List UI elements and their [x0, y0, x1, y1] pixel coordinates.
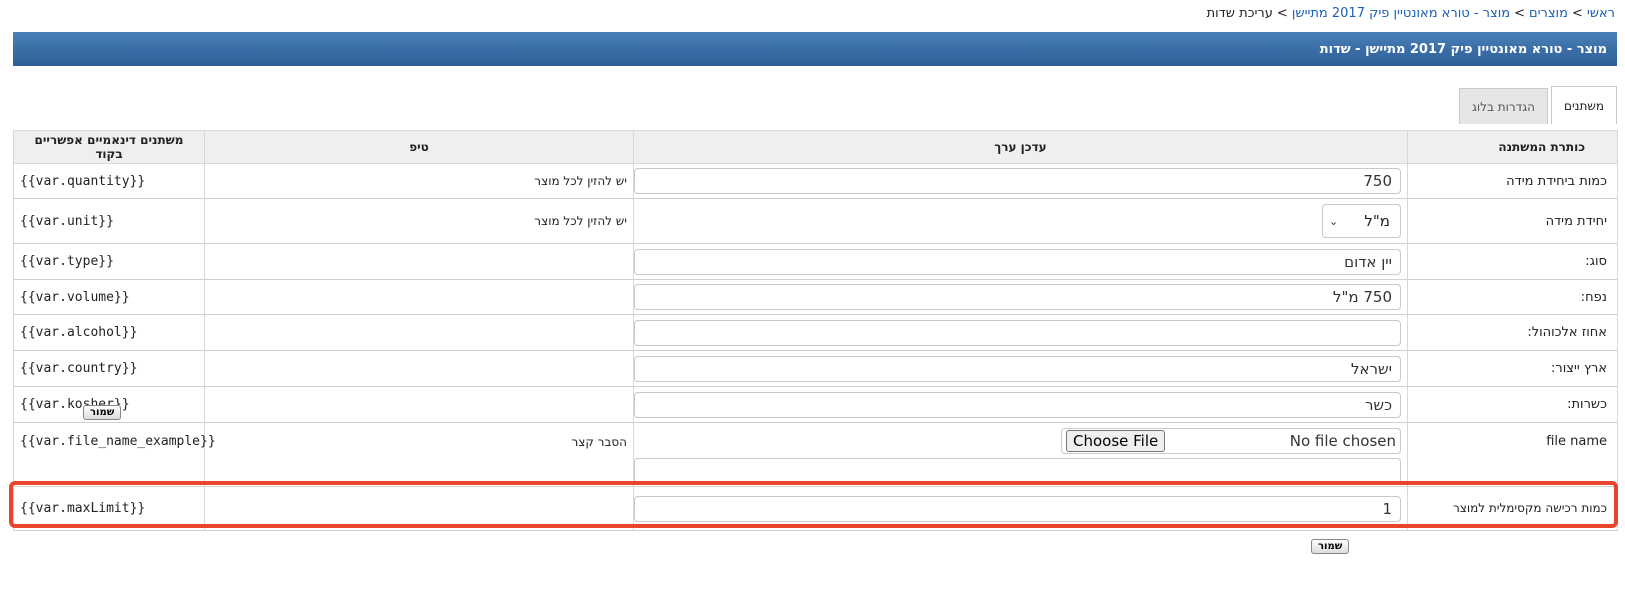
code-variable: {{var.country}}	[13, 350, 205, 387]
table-row: יחידת מידה מ"ל ⌄ יש להזין לכל מוצר {{var…	[13, 198, 1618, 244]
unit-select-value: מ"ל	[1364, 212, 1390, 230]
variable-name: כמות ביחידת מידה	[1407, 163, 1618, 199]
file-name-input[interactable]	[634, 457, 1401, 484]
table-row: כמות ביחידת מידה יש להזין לכל מוצר {{var…	[13, 163, 1618, 199]
code-variable: {{var.volume}}	[13, 279, 205, 315]
breadcrumb-products-link[interactable]: מוצרים	[1529, 6, 1568, 21]
table-row: סוג: {{var.type}}	[13, 243, 1618, 280]
page-title-bar: מוצר - טורא מאונטיין פיק 2017 מתיישן - ש…	[13, 32, 1617, 66]
quantity-input[interactable]	[634, 168, 1401, 194]
type-input[interactable]	[634, 248, 1401, 275]
variable-name: יחידת מידה	[1407, 198, 1618, 244]
editor-cell	[633, 279, 1408, 315]
alcohol-input[interactable]	[634, 319, 1401, 346]
table-row: אחוז אלכוהול: {{var.alcohol}}	[13, 314, 1618, 351]
tip-text	[204, 350, 634, 387]
max-limit-input[interactable]	[634, 495, 1401, 522]
tip-text	[204, 279, 634, 315]
breadcrumb-separator: >	[1571, 6, 1583, 21]
file-status-text: No file chosen	[1289, 431, 1396, 450]
code-variable: {{var.alcohol}}	[13, 314, 205, 351]
chevron-down-icon: ⌄	[1329, 214, 1339, 228]
tip-text: יש להזין לכל מוצר	[204, 198, 634, 244]
table-header-row: כותרת המשתנה עדכן ערך טיפ משתנים דינאמיי…	[13, 130, 1618, 164]
column-header-tip: טיפ	[204, 130, 634, 164]
variable-name: file name	[1407, 422, 1618, 487]
code-variable: {{var.kosher}} שמור	[13, 386, 205, 423]
breadcrumb-current: עריכת שדות	[1206, 6, 1273, 21]
editor-cell: Choose File No file chosen	[633, 422, 1408, 487]
editor-cell	[633, 486, 1408, 531]
code-variable: {{var.type}}	[13, 243, 205, 280]
variables-table: כותרת המשתנה עדכן ערך טיפ משתנים דינאמיי…	[13, 130, 1618, 531]
kosher-input[interactable]	[634, 391, 1401, 418]
tab-variables[interactable]: משתנים	[1551, 86, 1617, 124]
code-variable: {{var.unit}}	[13, 198, 205, 244]
variable-name: ארץ ייצור:	[1407, 350, 1618, 387]
table-row: נפח: {{var.volume}}	[13, 279, 1618, 315]
code-variable: {{var.quantity}}	[13, 163, 205, 199]
tip-text: הסבר קצר	[204, 422, 634, 487]
tab-blog-settings[interactable]: הגדרות בלוג	[1458, 88, 1548, 124]
file-input[interactable]: Choose File No file chosen	[1061, 427, 1401, 454]
volume-input[interactable]	[634, 284, 1401, 310]
editor-cell	[633, 163, 1408, 199]
code-variable: {{var.maxLimit}}	[13, 486, 205, 531]
editor-cell	[633, 243, 1408, 280]
breadcrumb-home-link[interactable]: ראשי	[1587, 6, 1615, 21]
variable-name: נפח:	[1407, 279, 1618, 315]
table-row: כשרות: {{var.kosher}} שמור	[13, 386, 1618, 423]
column-header-editor: עדכן ערך	[633, 130, 1408, 164]
tip-text: יש להזין לכל מוצר	[204, 163, 634, 199]
tip-text	[204, 243, 634, 280]
tip-text	[204, 386, 634, 423]
breadcrumb: ראשי>מוצרים>מוצר - טורא מאונטיין פיק 201…	[1207, 6, 1615, 21]
column-header-code: משתנים דינאמיים אפשריים בקוד	[13, 130, 205, 164]
unit-select[interactable]: מ"ל ⌄	[1322, 204, 1401, 238]
variable-name: סוג:	[1407, 243, 1618, 280]
page-title: מוצר - טורא מאונטיין פיק 2017 מתיישן - ש…	[1319, 41, 1607, 57]
editor-cell	[633, 350, 1408, 387]
breadcrumb-product-link[interactable]: מוצר - טורא מאונטיין פיק 2017 מתיישן	[1292, 6, 1510, 21]
code-variable: {{var.file_name_example}}	[13, 422, 216, 487]
editor-cell	[633, 314, 1408, 351]
variable-name: כשרות:	[1407, 386, 1618, 423]
variable-name: אחוז אלכוהול:	[1407, 314, 1618, 351]
save-button[interactable]: שמור	[83, 405, 122, 420]
breadcrumb-separator: >	[1276, 6, 1288, 21]
tip-text	[204, 486, 634, 531]
table-row: ארץ ייצור: {{var.country}}	[13, 350, 1618, 387]
breadcrumb-separator: >	[1514, 6, 1525, 21]
tab-bar: משתנים הגדרות בלוג	[1458, 86, 1617, 124]
save-button-bottom[interactable]: שמור	[1311, 539, 1350, 554]
country-input[interactable]	[634, 355, 1401, 382]
choose-file-button[interactable]: Choose File	[1066, 429, 1166, 452]
table-row: file name Choose File No file chosen הסב…	[13, 422, 1618, 487]
column-header-name: כותרת המשתנה	[1407, 130, 1618, 164]
tip-text	[204, 314, 634, 351]
editor-cell: מ"ל ⌄	[633, 198, 1408, 244]
file-upload-group: Choose File No file chosen	[634, 424, 1401, 486]
table-row: כמות רכישה מקסימלית למוצר {{var.maxLimit…	[13, 486, 1618, 531]
variable-name: כמות רכישה מקסימלית למוצר	[1407, 486, 1618, 531]
editor-cell	[633, 386, 1408, 423]
